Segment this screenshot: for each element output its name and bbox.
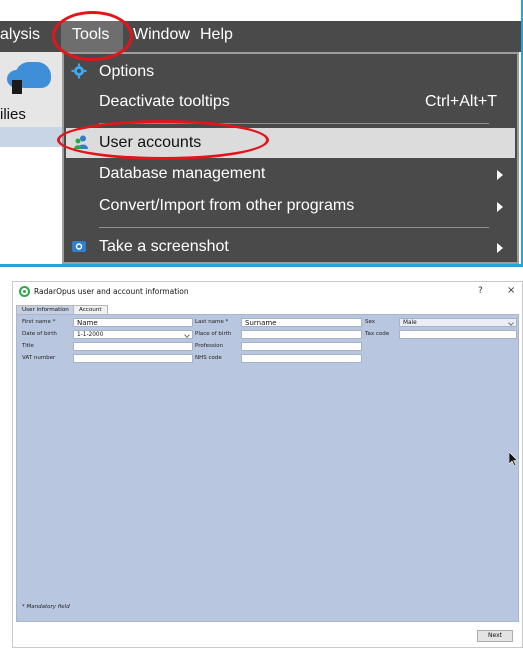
user-information-panel: First name * Name Last name * Surname Se… (16, 314, 519, 622)
menu-item-shortcut: Ctrl+Alt+T (424, 93, 497, 110)
tools-menu-screenshot: alysis Tools Window Help ilies Options D… (0, 0, 523, 267)
menu-item-label: Take a screenshot (99, 238, 229, 255)
tab-account[interactable]: Account (73, 305, 108, 314)
menu-analysis[interactable]: alysis (0, 26, 40, 44)
help-button[interactable]: ? (478, 286, 483, 296)
sex-select[interactable]: Male (399, 318, 517, 327)
title-label: Title (22, 343, 34, 349)
menu-item-convert-import[interactable]: Convert/Import from other programs (64, 191, 517, 221)
vat-number-label: VAT number (22, 355, 56, 361)
nhs-code-label: NHS code (195, 355, 222, 361)
menu-help[interactable]: Help (200, 26, 233, 44)
document-icon (12, 80, 22, 94)
radaropus-logo-icon (19, 286, 30, 297)
dialog-title: RadarOpus user and account information (34, 287, 189, 296)
mandatory-field-note: * Mandatory field (22, 604, 70, 610)
tax-code-label: Tax code (365, 331, 390, 337)
menu-item-deactivate-tooltips[interactable]: Deactivate tooltips Ctrl+Alt+T (64, 87, 517, 117)
chevron-down-icon[interactable] (184, 332, 190, 338)
tab-user-information[interactable]: User information (16, 305, 75, 314)
chevron-down-icon (508, 320, 514, 326)
dialog-tabs: User information Account (13, 304, 522, 314)
submenu-arrow-icon (497, 170, 503, 180)
first-name-label: First name * (22, 319, 56, 325)
date-of-birth-value: 1-1-2000 (77, 332, 104, 338)
date-of-birth-field[interactable]: 1-1-2000 (73, 330, 193, 339)
menu-window[interactable]: Window (133, 26, 190, 44)
menu-item-label: Deactivate tooltips (99, 93, 230, 110)
nhs-code-field[interactable] (241, 354, 362, 363)
sex-label: Sex (365, 319, 376, 325)
submenu-arrow-icon (497, 243, 503, 253)
profession-label: Profession (195, 343, 224, 349)
sex-select-value: Male (403, 320, 417, 326)
menu-item-take-screenshot[interactable]: Take a screenshot (64, 232, 517, 262)
menu-item-label: Options (99, 63, 155, 80)
ribbon-tab-strip (0, 127, 62, 147)
last-name-field[interactable]: Surname (241, 318, 362, 327)
close-button[interactable]: × (507, 285, 515, 296)
gear-icon (71, 63, 87, 79)
highlight-ring-tools (52, 11, 133, 61)
title-field[interactable] (73, 342, 193, 351)
profession-field[interactable] (241, 342, 362, 351)
menu-item-label: Database management (99, 165, 266, 182)
ribbon-label[interactable]: ilies (0, 106, 26, 123)
last-name-label: Last name * (195, 319, 229, 325)
first-name-field[interactable]: Name (73, 318, 193, 327)
date-of-birth-label: Date of birth (22, 331, 57, 337)
place-of-birth-label: Place of birth (195, 331, 232, 337)
submenu-arrow-icon (497, 202, 503, 212)
tax-code-field[interactable] (399, 330, 517, 339)
camera-icon (72, 241, 86, 252)
mouse-cursor-icon (509, 452, 519, 467)
menu-item-options[interactable]: Options (64, 57, 517, 87)
vat-number-field[interactable] (73, 354, 193, 363)
dialog-titlebar: RadarOpus user and account information ?… (13, 282, 522, 304)
menu-item-database-management[interactable]: Database management (64, 159, 517, 189)
user-account-dialog: RadarOpus user and account information ?… (12, 281, 523, 648)
screenshot-border (0, 264, 521, 267)
menu-separator (99, 227, 489, 228)
next-button[interactable]: Next (477, 630, 513, 642)
place-of-birth-field[interactable] (241, 330, 362, 339)
ribbon-area (0, 147, 62, 262)
dialog-footer: Next (13, 622, 522, 647)
menu-item-label: Convert/Import from other programs (99, 197, 355, 214)
highlight-ring-user-accounts (57, 120, 269, 160)
